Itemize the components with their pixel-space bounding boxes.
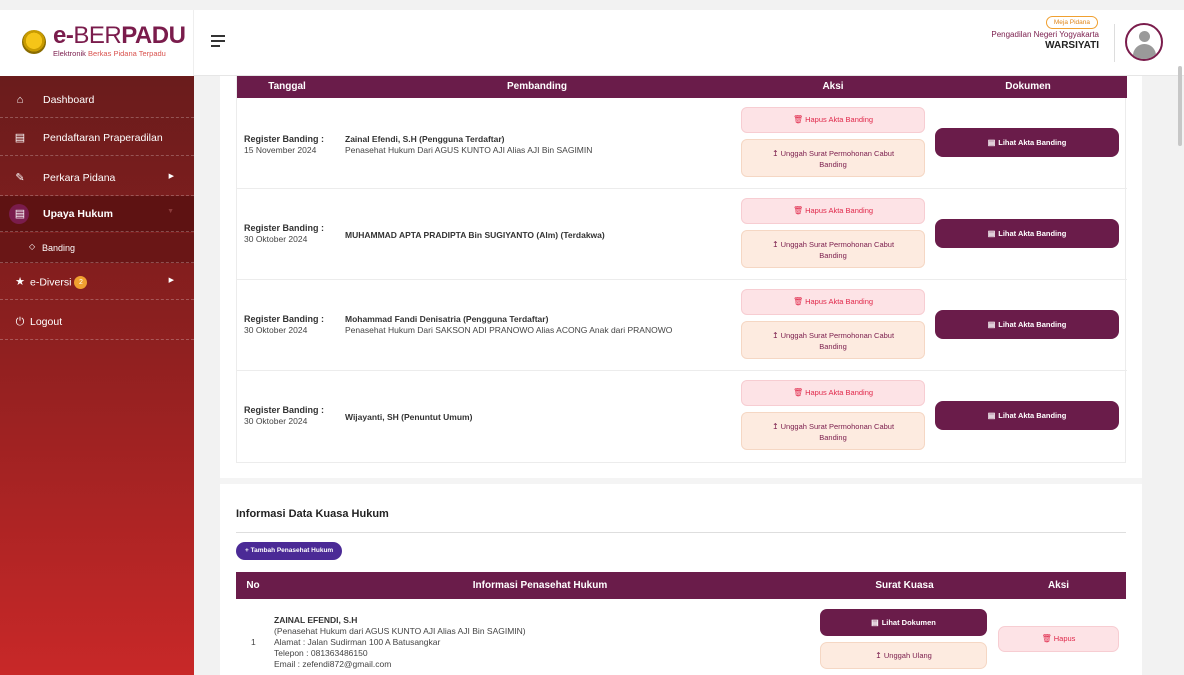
hapus-akta-banding-button[interactable]: 🗑 Hapus Akta Banding [741,198,925,224]
hapus-akta-banding-button[interactable]: 🗑 Hapus Akta Banding [741,107,925,133]
power-icon: ⏻ [15,316,25,328]
unggah-surat-cabut-button[interactable]: ↥ Unggah Surat Permohonan Cabut Banding [741,321,925,359]
upload-icon: ↥ [771,240,779,249]
sidebar-item-perkara-pidana[interactable]: ✎ Perkara Pidana ▶ [0,160,194,196]
lawyer-info: (Penasehat Hukum dari AGUS KUNTO AJI Ali… [274,626,526,636]
upload-icon: ↥ [771,331,779,340]
lawyer-address: Alamat : Jalan Sudirman 100 A Batusangka… [274,637,441,647]
hapus-akta-banding-button[interactable]: 🗑 Hapus Akta Banding [741,380,925,406]
document-icon: ▤ [987,320,996,329]
divider [236,532,1126,533]
table-row: Register Banding : 30 Oktober 2024 Wijay… [237,371,1127,462]
sidebar-item-logout[interactable]: ⏻ Logout [0,304,194,340]
hapus-akta-banding-button[interactable]: 🗑 Hapus Akta Banding [741,289,925,315]
role-badge: Meja Pidana [1045,16,1098,29]
upload-icon: ↥ [771,422,779,431]
lihat-akta-banding-button[interactable]: ▤ Lihat Akta Banding [935,219,1119,248]
sidebar-item-pendaftaran-praperadilan[interactable]: ▤ Pendaftaran Praperadilan [0,120,194,156]
sidebar-item-upaya-hukum[interactable]: ▤ Upaya Hukum ▼ [0,196,194,232]
document-icon: ▤ [987,411,996,420]
tambah-penasehat-hukum-button[interactable]: + Tambah Penasehat Hukum [236,542,343,560]
sidebar: ⌂ Dashboard ▤ Pendaftaran Praperadilan ✎… [0,76,194,675]
hapus-button[interactable]: 🗑 Hapus [998,626,1119,652]
brand-name: e-BERPADU [53,22,186,49]
trash-icon: 🗑 [792,115,804,124]
brand[interactable]: e-BERPADU Elektronik Berkas Pidana Terpa… [0,10,194,76]
column-header: Aksi [1047,580,1070,591]
upload-icon: ↥ [771,149,779,158]
dot-icon: ◇ [29,242,36,251]
table-row: Register Banding : 30 Oktober 2024 MUHAM… [237,189,1127,280]
brand-subtitle: Elektronik Berkas Pidana Terpadu [53,49,166,58]
caret-right-icon: ▶ [168,173,174,180]
document-icon: ▤ [987,229,996,238]
lihat-akta-banding-button[interactable]: ▤ Lihat Akta Banding [935,310,1119,339]
lihat-akta-banding-button[interactable]: ▤ Lihat Akta Banding [935,401,1119,430]
trash-icon: 🗑 [792,388,804,397]
section-title: Informasi Data Kuasa Hukum [236,508,389,520]
table-row: Register Banding : 15 November 2024 Zain… [237,98,1127,189]
document-icon: ▤ [14,208,26,220]
sidebar-item-banding[interactable]: ◇ Banding [0,233,194,263]
unggah-ulang-button[interactable]: ↥ Unggah Ulang [820,642,987,669]
banding-table: Tanggal Pembanding Aksi Dokumen Register… [236,76,1127,463]
count-badge: 2 [74,276,88,289]
home-icon: ⌂ [16,94,24,106]
lawyer-name: ZAINAL EFENDI, S.H [274,615,358,625]
lihat-dokumen-button[interactable]: ▤ Lihat Dokumen [820,609,987,636]
column-header: Dokumen [1005,81,1051,92]
top-header: e-BERPADU Elektronik Berkas Pidana Terpa… [0,0,1184,76]
lihat-akta-banding-button[interactable]: ▤ Lihat Akta Banding [935,128,1119,157]
lawyer-email: Email : zefendi872@gmail.com [274,659,392,669]
column-header: No [246,580,260,591]
user-name: WARSIYATI [1045,40,1099,51]
caret-right-icon: ▶ [168,277,174,284]
page-scrollbar[interactable] [1178,66,1182,146]
upload-icon: ↥ [875,651,882,660]
unggah-surat-cabut-button[interactable]: ↥ Unggah Surat Permohonan Cabut Banding [741,230,925,268]
document-icon: ▤ [987,138,996,147]
trash-icon: 🗑 [792,206,804,215]
row-number: 1 [251,637,256,647]
sidebar-item-dashboard[interactable]: ⌂ Dashboard [0,82,194,118]
menu-toggle-icon[interactable] [211,35,225,47]
edit-icon: ✎ [15,172,25,184]
section-divider [220,478,1142,484]
document-icon: ▤ [871,618,879,627]
trash-icon: 🗑 [1041,634,1052,643]
unggah-surat-cabut-button[interactable]: ↥ Unggah Surat Permohonan Cabut Banding [741,139,925,177]
table-row: Register Banding : 30 Oktober 2024 Moham… [237,280,1127,371]
main-content: Tanggal Pembanding Aksi Dokumen Register… [220,76,1142,675]
court-logo-icon [22,30,46,54]
unggah-surat-cabut-button[interactable]: ↥ Unggah Surat Permohonan Cabut Banding [741,412,925,450]
star-icon: ★ [15,276,25,288]
user-avatar-icon[interactable] [1125,23,1163,61]
document-icon: ▤ [14,132,26,144]
column-header: Aksi [822,81,844,92]
column-header: Tanggal [268,81,306,92]
header-divider [1114,24,1115,62]
column-header: Informasi Penasehat Hukum [472,580,608,591]
trash-icon: 🗑 [792,297,804,306]
column-header: Surat Kuasa [875,580,934,591]
column-header: Pembanding [506,81,567,92]
caret-down-icon: ▼ [167,208,174,215]
lawyer-phone: Telepon : 081363486150 [274,648,368,658]
court-name: Pengadilan Negeri Yogyakarta [991,30,1099,39]
table-header: Tanggal Pembanding Aksi Dokumen [237,76,1127,98]
kuasa-table-header: No Informasi Penasehat Hukum Surat Kuasa… [236,572,1126,599]
sidebar-item-e-diversi[interactable]: ★ e-Diversi 2 ▶ [0,264,194,300]
